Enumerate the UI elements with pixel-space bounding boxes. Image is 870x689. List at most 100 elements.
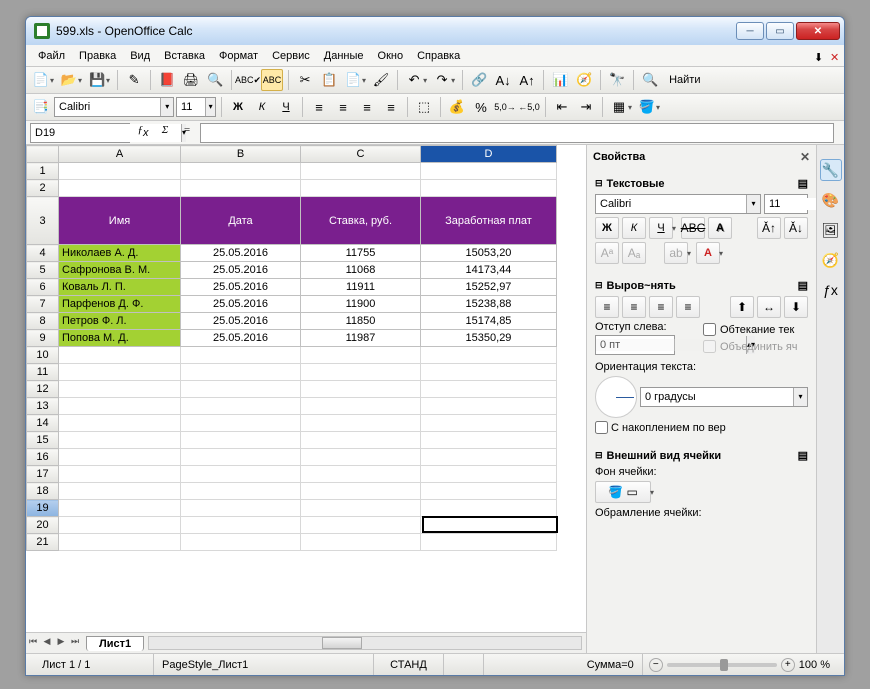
row-header-1[interactable]: 1 [27, 163, 59, 180]
print-preview-button[interactable]: 🔍 [204, 69, 226, 91]
dock-functions-icon[interactable]: ƒx [820, 279, 842, 301]
spreadsheet-grid[interactable]: ABCD123ИмяДатаСтавка, руб.Заработная пла… [26, 145, 586, 632]
cell-salary[interactable]: 15053,20 [421, 245, 557, 262]
percent-button[interactable]: % [470, 96, 492, 118]
italic-button[interactable]: К [251, 96, 273, 118]
borders-button[interactable]: ▦ [608, 96, 630, 118]
empty-cell[interactable] [181, 483, 301, 500]
sb-align-right[interactable]: ≡ [649, 296, 673, 318]
align-center-button[interactable]: ≡ [332, 96, 354, 118]
sheet-tab-active[interactable]: Лист1 [86, 636, 144, 651]
cell-name[interactable]: Коваль Л. П. [59, 279, 181, 296]
sb-super-button[interactable]: Aᵃ [595, 242, 619, 264]
stacked-checkbox[interactable]: С накоплением по вер [595, 421, 808, 434]
row-header-5[interactable]: 5 [27, 262, 59, 279]
empty-cell[interactable] [301, 432, 421, 449]
function-wizard-button[interactable]: ƒx [134, 124, 152, 142]
sidebar-close-button[interactable]: ✕ [800, 150, 810, 164]
empty-cell[interactable] [301, 534, 421, 551]
row-header-8[interactable]: 8 [27, 313, 59, 330]
cell-rate[interactable]: 11755 [301, 245, 421, 262]
font-size-input[interactable] [177, 101, 205, 113]
remove-decimal-button[interactable]: ←5,0 [518, 96, 540, 118]
chart-button[interactable]: 📊 [549, 69, 571, 91]
empty-cell[interactable] [181, 500, 301, 517]
cell-date[interactable]: 25.05.2016 [181, 262, 301, 279]
edit-mode-button[interactable]: ✎ [123, 69, 145, 91]
open-button[interactable]: 📂 [58, 69, 80, 91]
row-header-15[interactable]: 15 [27, 432, 59, 449]
empty-cell[interactable] [421, 415, 557, 432]
underline-button[interactable]: Ч [275, 96, 297, 118]
zoom-value[interactable]: 100 % [799, 659, 830, 671]
empty-cell[interactable] [421, 432, 557, 449]
menu-tools[interactable]: Сервис [266, 48, 316, 64]
empty-cell[interactable] [301, 466, 421, 483]
empty-cell[interactable] [421, 466, 557, 483]
section-text-title[interactable]: Текстовые [607, 178, 665, 190]
section-cell-title[interactable]: Внешний вид ячейки [607, 450, 722, 462]
empty-cell[interactable] [59, 500, 181, 517]
wrap-checkbox[interactable]: Обтекание тек [703, 323, 808, 336]
add-decimal-button[interactable]: 5,0→ [494, 96, 516, 118]
cell-salary[interactable]: 15350,29 [421, 330, 557, 347]
empty-cell[interactable] [421, 534, 557, 551]
binoculars-icon[interactable]: 🔭 [606, 69, 628, 91]
col-header-A[interactable]: A [59, 146, 181, 163]
empty-cell[interactable] [181, 180, 301, 197]
empty-cell[interactable] [301, 483, 421, 500]
sort-asc-button[interactable]: A↓ [492, 69, 514, 91]
indent-input[interactable]: ▴▾ [595, 335, 675, 355]
row-header-10[interactable]: 10 [27, 347, 59, 364]
sb-align-justify[interactable]: ≡ [676, 296, 700, 318]
empty-cell[interactable] [301, 398, 421, 415]
empty-cell[interactable] [301, 163, 421, 180]
menu-insert[interactable]: Вставка [158, 48, 211, 64]
redo-button[interactable]: ↷ [431, 69, 453, 91]
empty-cell[interactable] [59, 381, 181, 398]
table-header-cell[interactable]: Заработная плат [421, 197, 557, 245]
empty-cell[interactable] [181, 163, 301, 180]
empty-cell[interactable] [59, 347, 181, 364]
maximize-button[interactable]: ▭ [766, 22, 794, 40]
sb-shadow-button[interactable]: A [708, 217, 732, 239]
empty-cell[interactable] [59, 180, 181, 197]
col-header-B[interactable]: B [181, 146, 301, 163]
cell-date[interactable]: 25.05.2016 [181, 330, 301, 347]
align-left-button[interactable]: ≡ [308, 96, 330, 118]
row-header-21[interactable]: 21 [27, 534, 59, 551]
empty-cell[interactable] [59, 483, 181, 500]
empty-cell[interactable] [181, 415, 301, 432]
status-mode[interactable]: СТАНД [374, 654, 444, 675]
sb-underline-button[interactable]: Ч [649, 217, 673, 239]
align-justify-button[interactable]: ≡ [380, 96, 402, 118]
bg-color-button[interactable]: 🪣 [636, 96, 658, 118]
cell-name[interactable]: Петров Ф. Л. [59, 313, 181, 330]
degrees-combo[interactable]: ▾ [640, 387, 808, 407]
close-doc-icon[interactable]: ✕ [824, 49, 838, 63]
empty-cell[interactable] [421, 364, 557, 381]
save-button[interactable]: 💾 [86, 69, 108, 91]
menu-window[interactable]: Окно [372, 48, 410, 64]
cell-name[interactable]: Николаев А. Д. [59, 245, 181, 262]
row-header-7[interactable]: 7 [27, 296, 59, 313]
section-align-title[interactable]: Выров~нять [607, 280, 676, 292]
font-size-combo[interactable]: ▾ [176, 97, 216, 117]
copy-button[interactable]: 📋 [318, 69, 340, 91]
zoom-slider[interactable] [667, 663, 777, 667]
font-name-input[interactable] [55, 101, 160, 113]
dock-styles-icon[interactable]: 🎨 [820, 189, 842, 211]
increase-indent-button[interactable]: ⇥ [575, 96, 597, 118]
row-header-14[interactable]: 14 [27, 415, 59, 432]
tab-next-button[interactable]: ▶ [54, 636, 68, 650]
table-header-cell[interactable]: Ставка, руб. [301, 197, 421, 245]
empty-cell[interactable] [301, 517, 421, 534]
empty-cell[interactable] [301, 449, 421, 466]
empty-cell[interactable] [181, 432, 301, 449]
empty-cell[interactable] [181, 381, 301, 398]
empty-cell[interactable] [181, 466, 301, 483]
cell-date[interactable]: 25.05.2016 [181, 313, 301, 330]
export-pdf-button[interactable]: 📕 [156, 69, 178, 91]
sb-valign-bot[interactable]: ⬇ [784, 296, 808, 318]
row-header-12[interactable]: 12 [27, 381, 59, 398]
